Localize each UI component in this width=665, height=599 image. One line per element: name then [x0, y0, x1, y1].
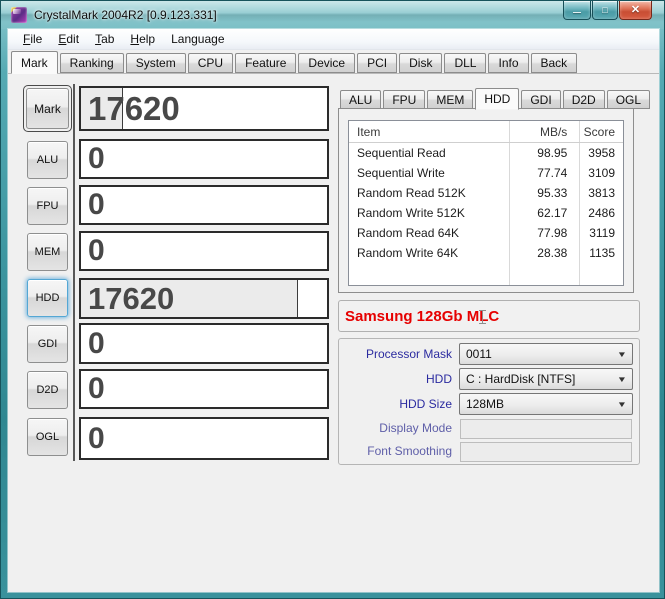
table-row[interactable]: Random Write 64K 28.38 1135 [349, 243, 623, 263]
dropdown-arrow-icon[interactable]: ▼ [617, 400, 627, 409]
result-tab-d2d[interactable]: D2D [562, 90, 605, 109]
table-row[interactable]: Sequential Write 77.74 3109 [349, 163, 623, 183]
result-tab-mem[interactable]: MEM [427, 90, 474, 109]
mark-button[interactable]: Mark [26, 88, 69, 129]
maximize-icon: □ [602, 5, 608, 15]
result-tab-fpu[interactable]: FPU [383, 90, 426, 109]
minimize-icon: — [573, 8, 581, 17]
device-label: Samsung 128Gb MLC [345, 307, 500, 325]
tab-feature[interactable]: Feature [235, 53, 297, 73]
tab-back[interactable]: Back [530, 53, 578, 73]
processor-mask-select[interactable]: 0011 ▼ [459, 343, 633, 365]
hdd-label: HDD [426, 372, 452, 386]
fpu-button[interactable]: FPU [27, 187, 68, 225]
table-row[interactable]: Random Read 64K 77.98 3119 [349, 223, 623, 243]
main-tab-strip: Mark Ranking System CPU Feature Device P… [8, 50, 659, 74]
mem-score-field[interactable]: 0 [79, 231, 329, 271]
left-panel-divider [73, 84, 75, 461]
hdd-results-table: Item MB/s Score Sequential Read 98.95 39… [348, 120, 624, 286]
mem-score-value: 0 [88, 234, 105, 267]
fpu-score-field[interactable]: 0 [79, 185, 329, 225]
column-header-score[interactable]: Score [577, 125, 623, 139]
tab-info[interactable]: Info [488, 53, 529, 73]
close-icon: ✕ [630, 4, 641, 16]
tab-dll[interactable]: DLL [444, 53, 487, 73]
result-tab-hdd[interactable]: HDD [475, 88, 520, 110]
gdi-button[interactable]: GDI [27, 325, 68, 363]
gdi-score-value: 0 [88, 326, 105, 360]
tab-ranking[interactable]: Ranking [59, 53, 124, 73]
menu-help[interactable]: Help [122, 30, 163, 48]
maximize-button[interactable]: □ [592, 1, 618, 20]
hdd-size-select[interactable]: 128MB ▼ [459, 393, 633, 415]
display-mode-field [460, 419, 632, 439]
tab-device[interactable]: Device [298, 53, 356, 73]
tab-mark[interactable]: Mark [11, 51, 58, 74]
d2d-score-value: 0 [88, 372, 105, 405]
menu-bar: File Edit Tab Help Language [8, 29, 659, 50]
menu-edit[interactable]: Edit [50, 30, 87, 48]
result-tab-ogl[interactable]: OGL [606, 90, 651, 109]
alu-button[interactable]: ALU [27, 141, 68, 179]
window-controls: — □ ✕ [563, 1, 652, 20]
table-row[interactable]: Sequential Read 98.95 3958 [349, 143, 623, 163]
mark-score-value: 17620 [88, 89, 180, 127]
app-icon [11, 7, 27, 23]
d2d-score-field[interactable]: 0 [79, 369, 329, 409]
menu-language[interactable]: Language [163, 30, 232, 48]
column-header-item[interactable]: Item [349, 125, 508, 139]
window-title: CrystalMark 2004R2 [0.9.123.331] [34, 8, 217, 22]
dropdown-arrow-icon[interactable]: ▼ [617, 375, 627, 384]
text-cursor-icon [478, 310, 487, 324]
tab-system[interactable]: System [125, 53, 186, 73]
fpu-score-value: 0 [88, 188, 105, 221]
processor-mask-label: Processor Mask [365, 347, 452, 361]
minimize-button[interactable]: — [563, 1, 591, 20]
hdd-button[interactable]: HDD [27, 279, 68, 317]
tab-pci[interactable]: PCI [357, 53, 398, 73]
tab-disk[interactable]: Disk [399, 53, 443, 73]
d2d-button[interactable]: D2D [27, 371, 68, 409]
table-row[interactable]: Random Read 512K 95.33 3813 [349, 183, 623, 203]
dropdown-arrow-icon[interactable]: ▼ [617, 350, 627, 359]
ogl-score-value: 0 [88, 421, 105, 455]
alu-score-field[interactable]: 0 [79, 139, 329, 179]
tab-cpu[interactable]: CPU [187, 53, 234, 73]
close-button[interactable]: ✕ [619, 1, 652, 20]
app-window: CrystalMark 2004R2 [0.9.123.331] — □ ✕ F… [0, 0, 665, 599]
table-row[interactable]: Random Write 512K 62.17 2486 [349, 203, 623, 223]
hdd-score-field[interactable]: 17620 [79, 278, 329, 319]
result-tab-gdi[interactable]: GDI [521, 90, 561, 109]
hdd-value: C : HardDisk [NTFS] [466, 372, 576, 386]
hdd-size-label: HDD Size [399, 397, 452, 411]
font-smoothing-label: Font Smoothing [367, 444, 452, 458]
table-header-row: Item MB/s Score [349, 121, 623, 143]
gdi-score-field[interactable]: 0 [79, 323, 329, 364]
font-smoothing-field [460, 442, 632, 462]
device-label-box: Samsung 128Gb MLC [338, 300, 640, 332]
processor-mask-value: 0011 [466, 347, 492, 361]
menu-tab[interactable]: Tab [87, 30, 122, 48]
result-tab-strip: ALU FPU MEM HDD GDI D2D OGL [340, 86, 652, 110]
hdd-size-value: 128MB [466, 397, 505, 411]
ogl-button[interactable]: OGL [27, 418, 68, 456]
hdd-select[interactable]: C : HardDisk [NTFS] ▼ [459, 368, 633, 390]
ogl-score-field[interactable]: 0 [79, 417, 329, 460]
display-mode-label: Display Mode [379, 421, 452, 435]
mem-button[interactable]: MEM [27, 233, 68, 271]
alu-score-value: 0 [88, 142, 105, 175]
column-header-mbs[interactable]: MB/s [508, 125, 578, 139]
mark-score-field[interactable]: 17620 [79, 86, 329, 131]
hdd-score-value: 17620 [88, 280, 175, 316]
titlebar[interactable]: CrystalMark 2004R2 [0.9.123.331] — □ ✕ [1, 1, 664, 29]
menu-file[interactable]: File [15, 30, 50, 48]
result-tab-alu[interactable]: ALU [340, 90, 382, 109]
